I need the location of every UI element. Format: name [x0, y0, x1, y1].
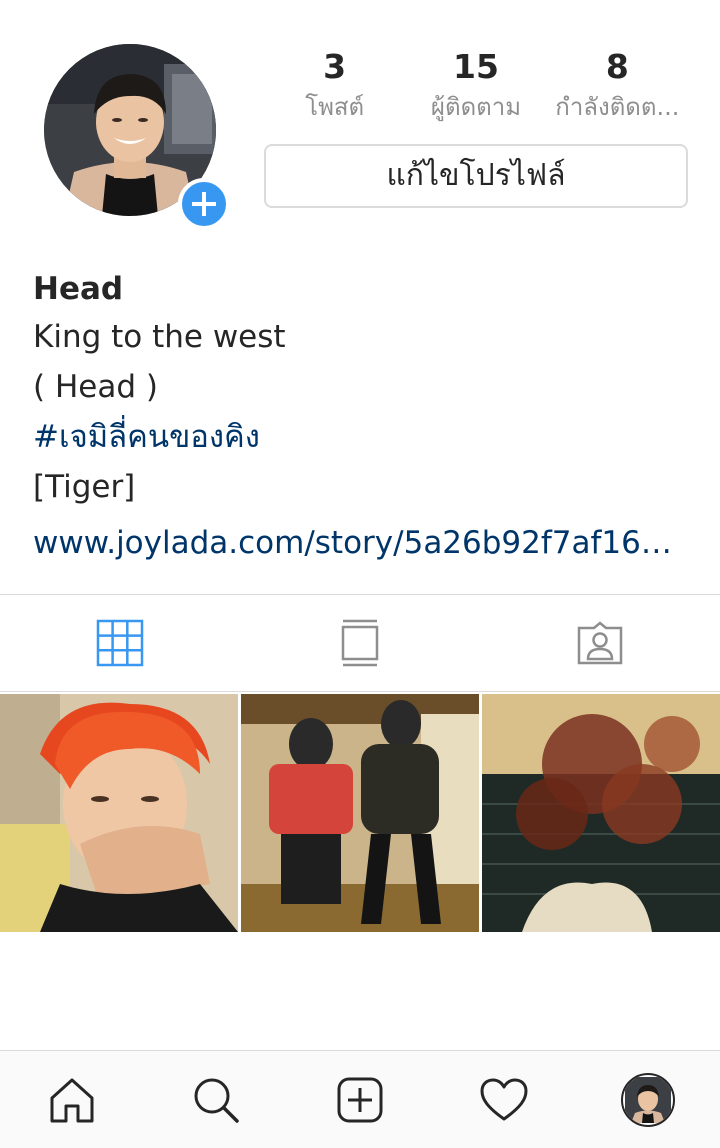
post-grid	[0, 694, 720, 932]
feed-list-icon	[341, 619, 379, 667]
stat-posts-label: โพสต์	[305, 93, 365, 121]
post-thumbnail[interactable]	[482, 694, 720, 932]
stat-following-count: 8	[605, 47, 629, 86]
post-thumbnail[interactable]	[241, 694, 479, 932]
heart-icon	[480, 1078, 528, 1121]
profile-screen: 3 โพสต์ 15 ผู้ติดตาม 8 กำลังติดต... แก้ไ…	[0, 0, 720, 1148]
tab-grid[interactable]	[0, 595, 240, 691]
profile-bio: Head King to the west ( Head ) #เจมิลี่ค…	[33, 266, 693, 568]
stat-followers-count: 15	[453, 47, 499, 86]
bio-hashtag-link[interactable]: #เจมิลี่คนของคิง	[33, 412, 693, 462]
tab-tagged[interactable]	[480, 595, 720, 691]
nav-home[interactable]	[0, 1051, 144, 1148]
post-thumbnail[interactable]	[0, 694, 238, 932]
nav-profile[interactable]	[576, 1051, 720, 1148]
stat-posts-count: 3	[323, 47, 347, 86]
search-icon	[194, 1078, 239, 1123]
stat-followers-label: ผู้ติดตาม	[430, 93, 522, 121]
stat-followers[interactable]: 15 ผู้ติดตาม	[405, 44, 546, 130]
profile-avatar-container	[44, 44, 230, 230]
nav-new-post[interactable]	[288, 1051, 432, 1148]
profile-name: Head	[33, 271, 124, 307]
bottom-navigation	[0, 1050, 720, 1148]
bio-line-1: King to the west	[33, 319, 286, 355]
profile-tabs	[0, 594, 720, 692]
profile-stats: 3 โพสต์ 15 ผู้ติดตาม 8 กำลังติดต...	[264, 44, 688, 130]
edit-profile-button[interactable]: แก้ไขโปรไฟล์	[264, 144, 688, 208]
nav-activity[interactable]	[432, 1051, 576, 1148]
stat-following[interactable]: 8 กำลังติดต...	[547, 44, 688, 130]
new-post-icon	[337, 1077, 383, 1123]
nav-search[interactable]	[144, 1051, 288, 1148]
bio-website-link[interactable]: www.joylada.com/story/5a26b92f7af16…	[33, 518, 693, 568]
stat-following-label: กำลังติดต...	[555, 93, 680, 121]
bio-line-3: [Tiger]	[33, 469, 136, 505]
bio-line-2: ( Head )	[33, 369, 158, 405]
grid-icon	[96, 619, 144, 667]
tagged-user-icon	[577, 621, 623, 665]
stat-posts[interactable]: 3 โพสต์	[264, 44, 405, 130]
add-story-button[interactable]	[178, 178, 230, 230]
home-icon	[50, 1078, 94, 1123]
plus-icon	[192, 192, 216, 216]
tab-feed[interactable]	[240, 595, 480, 691]
profile-avatar-icon	[621, 1073, 675, 1127]
